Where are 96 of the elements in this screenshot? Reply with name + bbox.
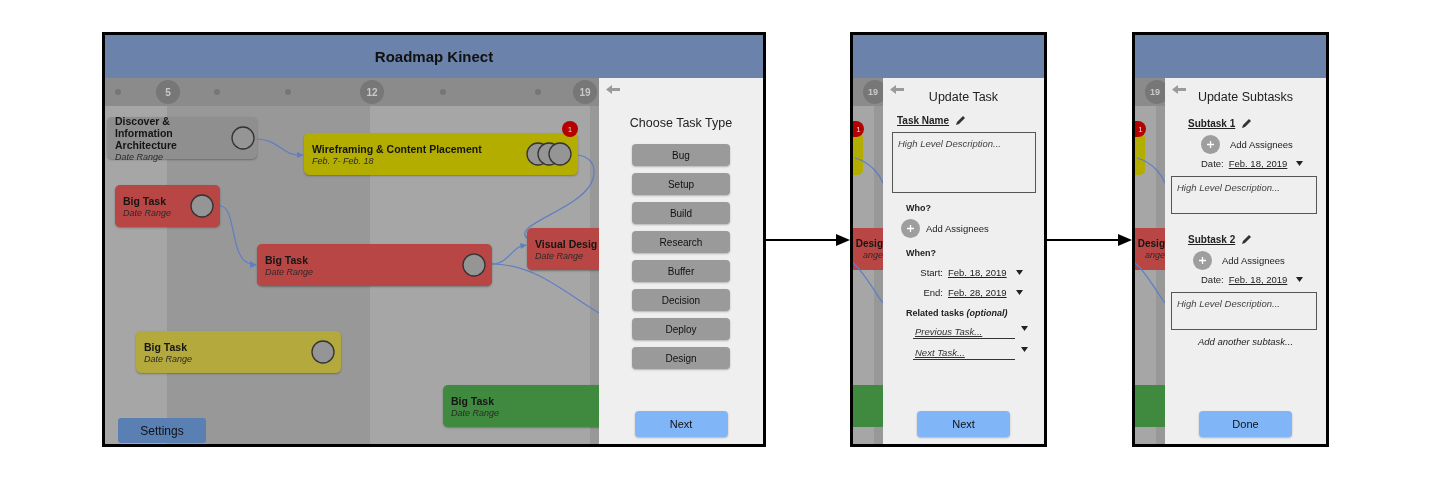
next-button[interactable]: Next — [634, 411, 728, 437]
add-assignees-label[interactable]: Add Assignees — [926, 223, 989, 234]
pencil-icon[interactable] — [1241, 234, 1253, 245]
task-dates: Date Range — [535, 250, 585, 261]
app-title: Roadmap Kinect — [374, 48, 494, 65]
task-dates: ange — [862, 250, 883, 260]
date-label: End: — [922, 287, 943, 298]
dropdown-caret-icon[interactable] — [1296, 277, 1304, 282]
task-type-button[interactable]: Deploy — [632, 318, 730, 340]
task-type-button[interactable]: Research — [632, 231, 730, 253]
avatar-icon[interactable] — [311, 340, 335, 364]
task-card[interactable]: Desig ange — [853, 228, 883, 270]
dropdown-caret-icon[interactable] — [1296, 161, 1304, 166]
task-title: Big Task — [265, 253, 309, 266]
task-card[interactable] — [853, 133, 863, 175]
task-card[interactable]: Big Task Date Range — [115, 185, 220, 227]
related-tasks-label: Related tasks (optional) — [906, 308, 1009, 318]
date-value[interactable]: Feb. 18, 2019 — [1228, 274, 1288, 285]
task-dates: ange — [1144, 250, 1165, 260]
pencil-icon[interactable] — [955, 115, 967, 126]
panel-title: Update Subtasks — [1197, 90, 1294, 104]
task-card[interactable] — [1135, 133, 1145, 175]
settings-button[interactable]: Settings — [118, 418, 206, 443]
task-type-button[interactable]: Setup — [632, 173, 730, 195]
next-task-field[interactable]: Next Task... — [913, 347, 1015, 360]
back-arrow-icon[interactable] — [890, 85, 904, 94]
back-arrow-icon[interactable] — [1172, 85, 1186, 94]
task-title: Visual Desig — [535, 237, 598, 250]
task-dates: Date Range — [115, 151, 165, 162]
dropdown-caret-icon[interactable] — [1015, 290, 1023, 295]
avatar-icon[interactable] — [462, 253, 486, 277]
notification-badge: 1 — [853, 121, 864, 137]
panel-title: Choose Task Type — [629, 116, 733, 130]
task-dates: Date Range — [451, 407, 500, 418]
connector-line — [1135, 262, 1165, 304]
task-title: Big Task — [144, 340, 188, 353]
task-title: Desig — [855, 238, 883, 249]
add-subtask-link[interactable]: Add another subtask... — [1197, 336, 1294, 347]
task-card[interactable]: Big Task Date Range — [136, 331, 341, 373]
task-type-button[interactable]: Design — [632, 347, 730, 369]
task-title: Big Task — [451, 394, 495, 407]
back-arrow-icon[interactable] — [606, 85, 620, 94]
task-type-button[interactable]: Decision — [632, 289, 730, 311]
task-dates: Date Range — [123, 207, 172, 218]
task-card[interactable]: Visual Desig Date Range — [527, 228, 599, 270]
task-card[interactable]: Big Task Date Range — [257, 244, 492, 286]
connector-line — [853, 262, 883, 304]
dropdown-caret-icon[interactable] — [1021, 326, 1028, 331]
subtask-name-label[interactable]: Subtask 1 — [1188, 118, 1236, 129]
notification-badge: 1 — [1135, 121, 1146, 137]
connector-arrow — [256, 138, 304, 158]
date-value[interactable]: Feb. 28, 2019 — [948, 287, 1007, 298]
task-card[interactable]: Desig ange — [1135, 228, 1165, 270]
connector-line — [1136, 157, 1165, 184]
description-field[interactable]: High Level Description... — [892, 132, 1036, 193]
add-icon[interactable] — [901, 219, 920, 238]
description-field[interactable]: High Level Description... — [1171, 176, 1317, 214]
panel-title: Update Task — [928, 90, 999, 104]
add-icon[interactable] — [1193, 251, 1212, 270]
dropdown-caret-icon[interactable] — [1015, 270, 1023, 275]
task-title: Wireframing & Content Placement — [312, 142, 482, 155]
task-dates: Date Range — [144, 353, 193, 364]
task-dates: Feb. 7- Feb. 18 — [312, 155, 375, 166]
dropdown-caret-icon[interactable] — [1021, 347, 1028, 352]
notification-badge: 1 — [562, 121, 578, 137]
add-assignees-label[interactable]: Add Assignees — [1230, 139, 1293, 150]
avatar-icon[interactable] — [190, 194, 214, 218]
task-name-label[interactable]: Task Name — [897, 115, 950, 126]
connector-line — [854, 157, 883, 184]
task-title: Discover & Information Architecture — [115, 114, 178, 151]
add-assignees-label[interactable]: Add Assignees — [1222, 255, 1285, 266]
date-label: Date: — [1201, 274, 1224, 285]
who-label: Who? — [906, 203, 932, 213]
connector-arrow — [219, 205, 257, 268]
task-type-button[interactable]: Build — [632, 202, 730, 224]
task-dates: Date Range — [265, 266, 314, 277]
pencil-icon[interactable] — [1241, 118, 1253, 129]
date-value[interactable]: Feb. 18, 2019 — [948, 267, 1007, 278]
task-card[interactable]: Wireframing & Content Placement Feb. 7- Feb. 18 — [304, 133, 578, 175]
description-field[interactable]: High Level Description... — [1171, 292, 1317, 330]
date-label: Date: — [1201, 158, 1224, 169]
subtask-name-label[interactable]: Subtask 2 — [1188, 234, 1236, 245]
task-title: Desig — [1137, 238, 1165, 249]
task-type-button[interactable]: Bug — [632, 144, 730, 166]
task-type-button[interactable]: Buffer — [632, 260, 730, 282]
task-title: Big Task — [123, 194, 167, 207]
when-label: When? — [906, 248, 937, 258]
date-label: Start: — [919, 267, 943, 278]
avatars-icon[interactable] — [526, 142, 572, 166]
avatar-icon[interactable] — [231, 126, 255, 150]
add-icon[interactable] — [1201, 135, 1220, 154]
done-button[interactable]: Done — [1199, 411, 1292, 437]
previous-task-field[interactable]: Previous Task... — [913, 326, 1015, 339]
task-card[interactable]: Big Task Date Range — [443, 385, 599, 427]
date-value[interactable]: Feb. 18, 2019 — [1228, 158, 1288, 169]
next-button[interactable]: Next — [917, 411, 1010, 437]
